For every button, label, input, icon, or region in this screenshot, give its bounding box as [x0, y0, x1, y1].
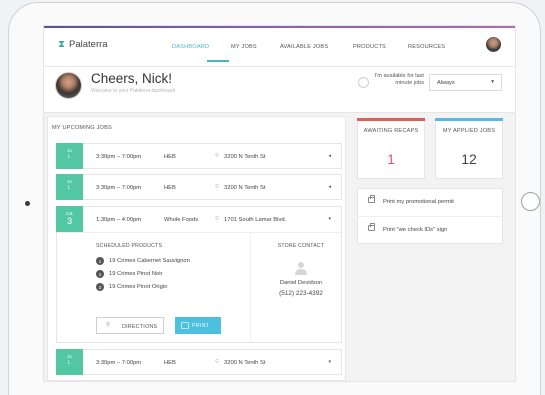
expand-caret-icon[interactable]: ◂: [328, 153, 331, 159]
chevron-down-icon: ▾: [491, 79, 494, 85]
job-store: HEB: [164, 360, 176, 366]
date-day: L: [67, 360, 72, 366]
job-time: 3:30pm – 7:00pm: [96, 360, 142, 366]
product-item: 1 19 Crimes Cabernet Sauvignon: [96, 257, 190, 265]
chevron-down-icon[interactable]: ▾: [328, 359, 331, 365]
date-tile: JU L: [56, 143, 83, 169]
applied-jobs-value: 12: [461, 151, 477, 167]
greeting-subtitle: Welcome to your Palaterra dashboard: [91, 88, 176, 94]
print-id-sign-link[interactable]: Print "we check IDs" sign: [358, 217, 502, 244]
date-day: L: [67, 154, 72, 160]
job-store: HEB: [164, 185, 176, 191]
app-screen: ⧗ Palaterra DASHBOARD MY JOBS AVAILABLE …: [43, 25, 516, 382]
date-day: L: [67, 185, 72, 191]
location-pin-icon: ⚲: [215, 153, 220, 159]
job-store: Whole Foods: [164, 217, 199, 223]
nav-my-jobs[interactable]: MY JOBS: [231, 44, 257, 50]
product-name: 19 Crimes Cabernet Sauvignon: [109, 258, 190, 264]
product-name: 19 Crimes Pinot Origio: [109, 284, 168, 290]
welcome-bar: Cheers, Nick! Welcome to your Palaterra …: [44, 67, 515, 113]
job-row[interactable]: JU L 3:30pm – 7:00pm HEB ⚲ 3200 N Tenth …: [56, 349, 342, 375]
number-badge: 1: [96, 257, 104, 265]
location-pin-icon: ⚲: [106, 322, 111, 328]
nav-resources[interactable]: RESOURCES: [408, 44, 445, 50]
user-avatar[interactable]: [486, 37, 501, 52]
store-contact-title: STORE CONTACT: [277, 243, 325, 249]
product-item: 2 19 Crimes Pinot Noir: [96, 270, 162, 278]
chevron-down-icon[interactable]: ▾: [328, 216, 331, 222]
alarm-clock-icon: [358, 77, 369, 88]
print-links-panel: Print my promotional permit Print "we ch…: [357, 188, 503, 244]
card-accent: [435, 118, 503, 121]
location-pin-icon: ⚲: [215, 359, 220, 365]
location-pin-icon: ⚲: [215, 216, 220, 222]
availability-label: I'm available for last minute jobs: [374, 73, 424, 86]
home-button[interactable]: [521, 192, 540, 211]
date-month: JU: [66, 179, 73, 184]
print-label: PRINT: [192, 323, 210, 329]
job-time: 3:30pm – 7:00pm: [96, 154, 142, 160]
print-id-sign-label: Print "we check IDs" sign: [383, 227, 448, 233]
product-name: 19 Crimes Pinot Noir: [109, 271, 163, 277]
nav-active-underline: [207, 60, 229, 62]
product-item: 3 19 Crimes Pinot Origio: [96, 283, 167, 291]
card-accent: [357, 118, 425, 121]
date-tile: JUL 3: [56, 206, 83, 232]
expand-caret-icon[interactable]: ◂: [328, 184, 331, 190]
nav-available-jobs[interactable]: AVAILABLE JOBS: [280, 44, 328, 50]
directions-label: DIRECTIONS: [122, 324, 158, 330]
printer-icon: [368, 223, 375, 231]
number-badge: 3: [96, 283, 104, 291]
availability-value: Always: [437, 80, 455, 86]
print-permit-link[interactable]: Print my promotional permit: [358, 189, 502, 216]
divider: [57, 232, 341, 233]
camera-dot: [25, 201, 30, 206]
nav-dashboard[interactable]: DASHBOARD: [172, 44, 209, 50]
availability-select[interactable]: Always ▾: [429, 74, 502, 91]
contact-avatar-icon: [294, 262, 308, 277]
job-time: 1:30pm – 4:00pm: [96, 217, 142, 223]
date-tile: JU L: [56, 349, 83, 375]
date-month: JU: [66, 148, 73, 153]
job-address: 3200 N Tenth St: [224, 360, 266, 366]
upcoming-jobs-panel: MY UPCOMING JOBS JU L 3:30pm – 7:00pm HE…: [47, 116, 346, 381]
printer-icon: [181, 322, 189, 329]
nav-products[interactable]: PRODUCTS: [353, 44, 386, 50]
print-permit-label: Print my promotional permit: [383, 199, 454, 205]
awaiting-recaps-card[interactable]: AWAITING RECAPS 1: [357, 118, 425, 179]
job-time: 3:30pm – 7:00pm: [96, 185, 142, 191]
scheduled-products-title: SCHEDULED PRODUCTS: [96, 243, 163, 249]
job-address: 1701 South Lamar Blvd.: [224, 217, 287, 223]
hourglass-logo-icon: ⧗: [58, 39, 66, 50]
awaiting-recaps-value: 1: [387, 151, 395, 167]
date-day: 3: [66, 216, 73, 227]
applied-jobs-label: MY APPLIED JOBS: [442, 128, 496, 134]
job-row-expanded[interactable]: JUL 3 1:30pm – 4:00pm Whole Foods ⚲ 1701…: [56, 206, 342, 343]
job-address: 3200 N Tenth St: [224, 185, 266, 191]
number-badge: 2: [96, 270, 104, 278]
profile-avatar: [55, 72, 82, 99]
jobs-title: MY UPCOMING JOBS: [52, 125, 112, 131]
applied-jobs-card[interactable]: MY APPLIED JOBS 12: [435, 118, 503, 179]
logo[interactable]: ⧗ Palaterra: [58, 39, 108, 50]
greeting: Cheers, Nick!: [91, 71, 173, 86]
date-month: JU: [66, 354, 73, 359]
job-row[interactable]: JU L 3:30pm – 7:00pm HEB ⚲ 3200 N Tenth …: [56, 143, 342, 169]
job-row[interactable]: JU L 3:30pm – 7:00pm HEB ⚲ 3200 N Tenth …: [56, 174, 342, 200]
job-store: HEB: [164, 154, 176, 160]
date-tile: JU L: [56, 174, 83, 200]
job-address: 3200 N Tenth St: [224, 154, 266, 160]
printer-icon: [368, 195, 375, 203]
contact-name: Daniel Devidson: [279, 280, 323, 286]
location-pin-icon: ⚲: [215, 184, 220, 190]
app-name: Palaterra: [69, 39, 108, 50]
awaiting-recaps-label: AWAITING RECAPS: [363, 128, 419, 134]
contact-phone[interactable]: (512) 223-4392: [261, 289, 341, 298]
print-button[interactable]: PRINT: [175, 317, 221, 334]
divider: [250, 233, 251, 343]
directions-button[interactable]: ⚲ DIRECTIONS: [96, 317, 164, 334]
top-nav: ⧗ Palaterra DASHBOARD MY JOBS AVAILABLE …: [44, 28, 515, 67]
